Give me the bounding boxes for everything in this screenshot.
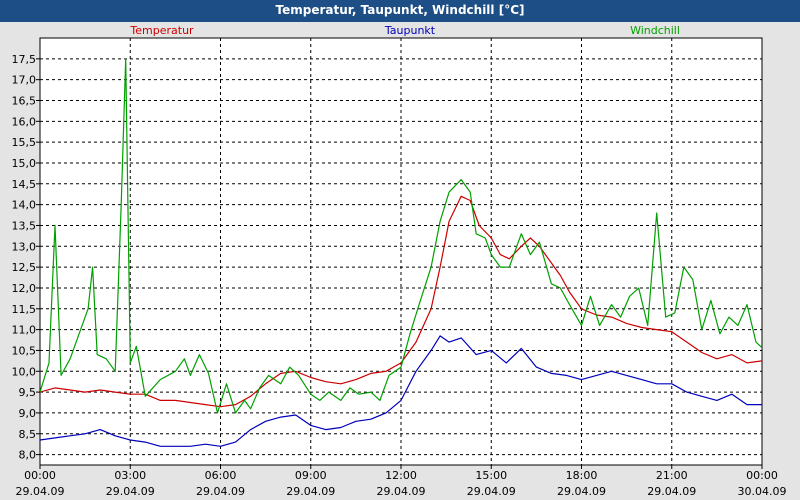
legend-item-taupunkt: Taupunkt bbox=[384, 24, 436, 37]
y-tick-label: 13,5 bbox=[12, 219, 37, 232]
y-tick-label: 17,0 bbox=[12, 74, 37, 87]
x-tick-date: 29.04.09 bbox=[286, 485, 335, 498]
y-tick-label: 15,5 bbox=[12, 136, 37, 149]
x-tick-date: 29.04.09 bbox=[647, 485, 696, 498]
y-tick-label: 9,5 bbox=[19, 386, 37, 399]
x-tick-time: 09:00 bbox=[295, 469, 327, 482]
x-tick-date: 29.04.09 bbox=[106, 485, 155, 498]
y-tick-label: 15,0 bbox=[12, 157, 37, 170]
x-tick-time: 00:00 bbox=[24, 469, 56, 482]
x-tick-time: 03:00 bbox=[114, 469, 146, 482]
x-tick-date: 29.04.09 bbox=[196, 485, 245, 498]
x-tick-date: 29.04.09 bbox=[16, 485, 65, 498]
y-tick-label: 11,5 bbox=[12, 303, 37, 316]
y-tick-label: 9,0 bbox=[19, 407, 37, 420]
y-tick-label: 10,5 bbox=[12, 344, 37, 357]
x-tick-time: 15:00 bbox=[475, 469, 507, 482]
y-tick-label: 12,5 bbox=[12, 261, 37, 274]
legend-item-windchill: Windchill bbox=[630, 24, 680, 37]
y-tick-label: 14,5 bbox=[12, 178, 37, 191]
y-tick-label: 8,0 bbox=[19, 449, 37, 462]
y-tick-label: 8,5 bbox=[19, 428, 37, 441]
x-tick-date: 29.04.09 bbox=[377, 485, 426, 498]
line-chart: 8,0 8,5 9,0 9,5 10,0 10,5 11,0 11,5 12,0 12,5 13,0… bbox=[0, 22, 800, 500]
window-title: Temperatur, Taupunkt, Windchill [°C] bbox=[0, 0, 800, 22]
legend-item-temperatur: Temperatur bbox=[129, 24, 194, 37]
y-tick-label: 10,0 bbox=[12, 365, 37, 378]
y-tick-label: 11,0 bbox=[12, 324, 37, 337]
x-tick-date: 29.04.09 bbox=[557, 485, 606, 498]
y-tick-label: 17,5 bbox=[12, 53, 37, 66]
x-axis: 00:00 29.04.09 03:00 29.04.09 06:00 29.04.09 0… bbox=[16, 465, 787, 498]
x-tick-date: 29.04.09 bbox=[467, 485, 516, 498]
y-tick-label: 14,0 bbox=[12, 199, 37, 212]
x-tick-time: 18:00 bbox=[566, 469, 598, 482]
x-tick-time: 21:00 bbox=[656, 469, 688, 482]
x-tick-time: 06:00 bbox=[205, 469, 237, 482]
y-tick-label: 16,5 bbox=[12, 94, 37, 107]
x-tick-time: 00:00 bbox=[746, 469, 778, 482]
x-tick-date: 30.04.09 bbox=[738, 485, 787, 498]
y-tick-label: 13,0 bbox=[12, 240, 37, 253]
y-tick-label: 12,0 bbox=[12, 282, 37, 295]
y-tick-label: 16,0 bbox=[12, 115, 37, 128]
x-tick-time: 12:00 bbox=[385, 469, 417, 482]
